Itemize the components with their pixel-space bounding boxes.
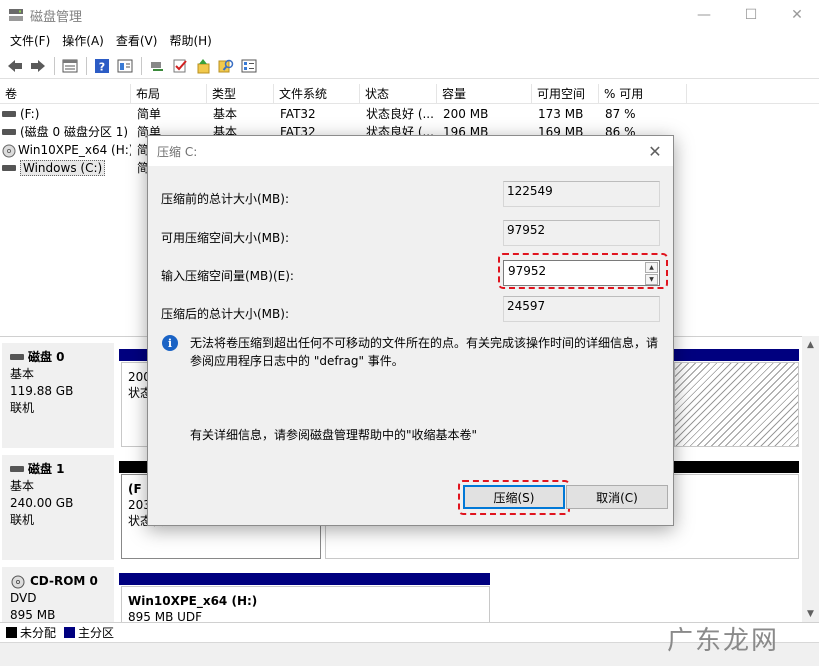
toolbar-separator (141, 56, 142, 75)
menu-file[interactable]: 文件(F) (4, 30, 56, 52)
available-value: 97952 (503, 220, 660, 246)
legend-primary: 主分区 (78, 626, 115, 640)
input-label: 输入压缩空间量(MB)(E): (161, 269, 294, 283)
column-filesystem[interactable]: 文件系统 (274, 84, 360, 104)
menu-action[interactable]: 操作(A) (56, 30, 110, 52)
disk-icon (10, 353, 24, 360)
cdrom-0-label[interactable]: CD-ROM 0 DVD 895 MB (2, 567, 114, 623)
column-capacity[interactable]: 容量 (437, 84, 532, 104)
dialog-title: 压缩 C: (157, 145, 198, 159)
column-free-space[interactable]: 可用空间 (532, 84, 599, 104)
disk-0-label[interactable]: 磁盘 0 基本 119.88 GB 联机 (2, 343, 114, 448)
scroll-down-icon[interactable]: ▼ (802, 605, 819, 622)
column-type[interactable]: 类型 (207, 84, 274, 104)
volume-icon (2, 164, 16, 171)
shrink-button-highlight (458, 480, 570, 515)
toolbar-separator (86, 56, 87, 75)
total-before-label: 压缩前的总计大小(MB): (161, 192, 289, 206)
disk-1-label[interactable]: 磁盘 1 基本 240.00 GB 联机 (2, 455, 114, 560)
shrink-dialog: 压缩 C: ✕ 压缩前的总计大小(MB): 122549 可用压缩空间大小(MB… (147, 135, 674, 526)
disk-icon (10, 465, 24, 472)
dialog-close-icon[interactable]: ✕ (637, 136, 673, 166)
table-row[interactable]: (F:) 简单 基本 FAT32 状态良好 (... 200 MB 173 MB… (0, 105, 819, 123)
search-icon[interactable] (215, 55, 237, 77)
scroll-up-icon[interactable]: ▲ (802, 336, 819, 353)
vertical-scrollbar[interactable]: ▲ ▼ (802, 336, 819, 622)
watermark: 广东龙网 (666, 626, 779, 656)
legend-unallocated: 未分配 (20, 626, 57, 640)
window-title: 磁盘管理 (30, 10, 83, 25)
info-message: 无法将卷压缩到超出任何不可移动的文件所在的点。有关完成该操作时间的详细信息，请参… (190, 336, 659, 368)
unallocated-swatch (6, 627, 17, 638)
input-highlight (498, 253, 668, 289)
cdrom-0-partition[interactable]: Win10XPE_x64 (H:) 895 MB UDF (121, 586, 490, 623)
toolbar-separator (54, 56, 55, 75)
menu-bar: 文件(F) 操作(A) 查看(V) 帮助(H) (0, 30, 819, 52)
volume-icon (2, 110, 16, 117)
available-label: 可用压缩空间大小(MB): (161, 231, 289, 245)
column-volume[interactable]: 卷 (0, 84, 131, 104)
toolbar: ? (0, 53, 819, 79)
dialog-title-bar: 压缩 C: ✕ (148, 136, 673, 166)
cancel-button[interactable]: 取消(C) (566, 485, 668, 509)
info-icon: i (162, 335, 178, 351)
total-after-value: 24597 (503, 296, 660, 322)
close-button[interactable]: ✕ (774, 0, 819, 30)
disk-list-icon[interactable] (59, 55, 81, 77)
svg-text:?: ? (99, 60, 105, 73)
properties-icon[interactable] (114, 55, 136, 77)
column-status[interactable]: 状态 (360, 84, 437, 104)
check-icon[interactable] (169, 55, 191, 77)
menu-help[interactable]: 帮助(H) (163, 30, 217, 52)
volume-icon (2, 128, 16, 135)
column-percent-free[interactable]: % 可用 (599, 84, 687, 104)
cdrom-icon (11, 575, 25, 588)
disk-management-app-icon (9, 9, 23, 21)
minimize-button[interactable]: — (681, 0, 727, 30)
help-icon[interactable]: ? (91, 55, 113, 77)
total-before-value: 122549 (503, 181, 660, 207)
help-message: 有关详细信息，请参阅磁盘管理帮助中的"收缩基本卷" (190, 428, 478, 442)
primary-swatch (64, 627, 76, 638)
detail-icon[interactable] (238, 55, 260, 77)
total-after-label: 压缩后的总计大小(MB): (161, 307, 289, 321)
cdrom-0-bar (119, 573, 490, 585)
title-bar: 磁盘管理 — ☐ ✕ (0, 0, 819, 30)
menu-view[interactable]: 查看(V) (110, 30, 164, 52)
connect-icon[interactable] (146, 55, 168, 77)
cd-icon (2, 144, 16, 157)
up-icon[interactable] (192, 55, 214, 77)
forward-icon[interactable] (27, 55, 49, 77)
back-icon[interactable] (4, 55, 26, 77)
disk-0-unallocated[interactable] (674, 362, 799, 447)
volume-list-header: 卷 布局 类型 文件系统 状态 容量 可用空间 % 可用 (0, 84, 819, 104)
column-layout[interactable]: 布局 (131, 84, 207, 104)
maximize-button[interactable]: ☐ (728, 0, 774, 30)
